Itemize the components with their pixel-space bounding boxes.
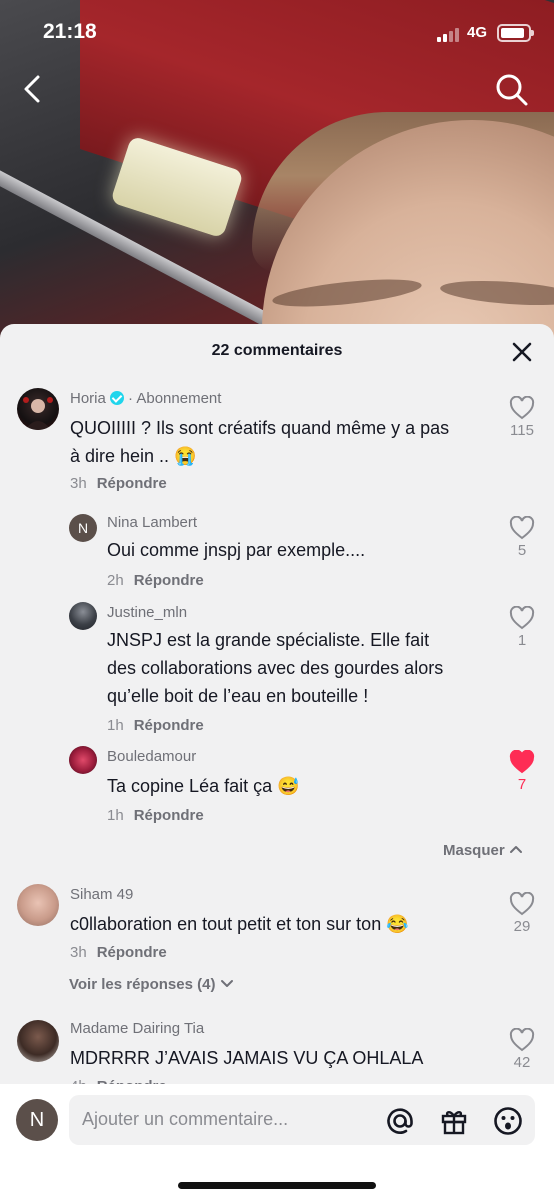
- chevron-up-icon: [509, 846, 522, 853]
- comment-username[interactable]: Horia · Abonnement: [70, 390, 221, 407]
- reply-button[interactable]: Répondre: [97, 475, 167, 492]
- comment-time: 3h: [70, 475, 87, 492]
- comments-sheet: 22 commentaires Horia · Abonnement QUOII…: [0, 324, 554, 1200]
- view-replies-label: Voir les réponses (4): [69, 976, 216, 993]
- chevron-down-icon: [220, 980, 233, 987]
- reply-button[interactable]: Répondre: [134, 572, 204, 589]
- comment-username[interactable]: Justine_mln: [107, 604, 187, 621]
- comment-text-line: QUOIIIII ? Ils sont créatifs quand même …: [70, 418, 450, 438]
- comments-count-title: 22 commentaires: [211, 342, 343, 359]
- like-count: 7: [517, 776, 527, 793]
- current-user-avatar[interactable]: N: [16, 1099, 58, 1141]
- avatar[interactable]: [17, 388, 59, 430]
- comment-text: QUOIIIII ? Ils sont créatifs quand même …: [70, 414, 449, 470]
- comment-text: JNSPJ est la grande spécialiste. Elle fa…: [107, 626, 443, 710]
- home-indicator[interactable]: [178, 1182, 376, 1189]
- status-time: 21:18: [43, 20, 97, 43]
- avatar[interactable]: [69, 602, 97, 630]
- avatar[interactable]: N: [69, 514, 97, 542]
- comment-text: Ta copine Léa fait ça 😅: [107, 776, 300, 796]
- like-count: 42: [513, 1054, 531, 1071]
- comment-text-line: JNSPJ est la grande spécialiste. Elle fa…: [107, 630, 430, 650]
- back-arrow-icon[interactable]: [18, 72, 48, 106]
- network-label: 4G: [467, 24, 488, 41]
- avatar[interactable]: [17, 1020, 59, 1062]
- comment-username[interactable]: Nina Lambert: [107, 514, 197, 531]
- reply-button[interactable]: Répondre: [97, 944, 167, 961]
- comment-text: Oui comme jnspj par exemple....: [107, 540, 366, 560]
- comment-meta: 3h Répondre: [70, 944, 167, 961]
- comment-time: 3h: [70, 944, 87, 961]
- verified-badge-icon: [109, 391, 124, 405]
- reply-button[interactable]: Répondre: [134, 717, 204, 734]
- at-mention-icon[interactable]: [385, 1106, 415, 1136]
- comment-meta: 2h Répondre: [107, 572, 204, 589]
- reply-button[interactable]: Répondre: [134, 807, 204, 824]
- comment-time: 1h: [107, 717, 124, 734]
- heart-outline-icon: [509, 516, 535, 540]
- gift-icon[interactable]: [439, 1106, 469, 1136]
- hide-replies-label: Masquer: [443, 842, 505, 859]
- comment-text-line: des collaborations avec des gourdes alor…: [107, 658, 444, 678]
- comment-text-line: qu’elle boit de l’eau en bouteille !: [107, 686, 369, 706]
- comment-meta: 1h Répondre: [107, 807, 204, 824]
- like-button[interactable]: 1: [502, 606, 542, 649]
- username-text: Horia: [70, 390, 106, 407]
- heart-outline-icon: [509, 892, 535, 916]
- like-button[interactable]: 7: [502, 750, 542, 793]
- like-button[interactable]: 5: [502, 516, 542, 559]
- comment-text: MDRRRR J’AVAIS JAMAIS VU ÇA OHLALA: [70, 1048, 424, 1068]
- comment-time: 1h: [107, 807, 124, 824]
- comment-text: c0llaboration en tout petit et ton sur t…: [70, 914, 409, 934]
- like-button[interactable]: 29: [502, 892, 542, 935]
- status-bar: 21:18 4G: [0, 0, 554, 64]
- like-count: 115: [510, 422, 534, 439]
- view-replies-button[interactable]: Voir les réponses (4): [69, 976, 234, 993]
- signal-icon: [437, 26, 463, 42]
- comment-input[interactable]: Ajouter un commentaire...: [69, 1095, 535, 1145]
- avatar[interactable]: [17, 884, 59, 926]
- hide-replies-button[interactable]: Masquer: [443, 842, 523, 859]
- close-icon[interactable]: [510, 340, 534, 364]
- like-count: 5: [517, 542, 527, 559]
- emoji-icon[interactable]: [493, 1106, 523, 1136]
- follow-status: · Abonnement: [128, 390, 222, 407]
- comment-meta: 1h Répondre: [107, 717, 204, 734]
- comment-username[interactable]: Madame Dairing Tia: [70, 1020, 204, 1037]
- heart-outline-icon: [509, 396, 535, 420]
- like-button[interactable]: 42: [502, 1028, 542, 1071]
- like-count: 1: [517, 632, 527, 649]
- comment-username[interactable]: Siham 49: [70, 886, 133, 903]
- comment-input-placeholder: Ajouter un commentaire...: [82, 1109, 289, 1129]
- search-icon[interactable]: [494, 72, 530, 108]
- heart-filled-icon: [509, 750, 535, 774]
- avatar[interactable]: [69, 746, 97, 774]
- battery-icon: [497, 24, 534, 42]
- like-count: 29: [513, 918, 531, 935]
- like-button[interactable]: 115: [502, 396, 542, 439]
- comment-text-line: à dire hein .. 😭: [70, 446, 197, 466]
- comment-time: 2h: [107, 572, 124, 589]
- battery-fill: [501, 28, 524, 38]
- comment-meta: 3h Répondre: [70, 475, 167, 492]
- heart-outline-icon: [509, 606, 535, 630]
- heart-outline-icon: [509, 1028, 535, 1052]
- comment-username[interactable]: Bouledamour: [107, 748, 196, 765]
